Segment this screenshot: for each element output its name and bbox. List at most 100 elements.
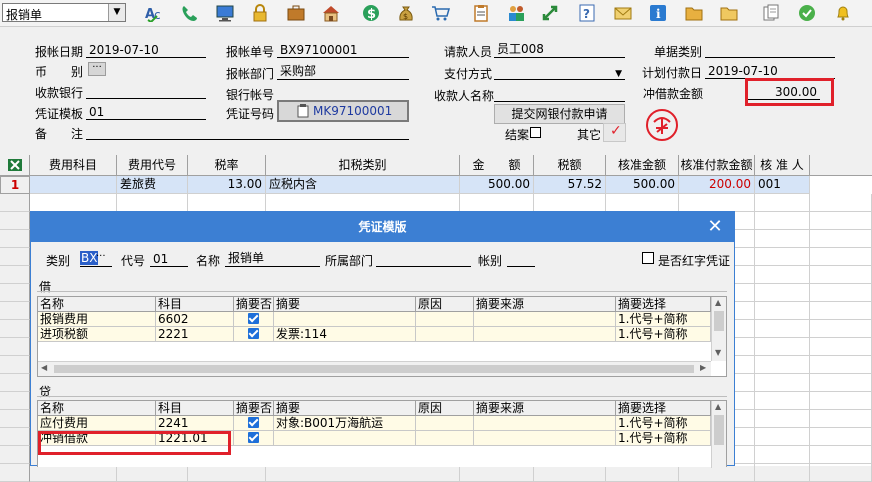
voucher-no-button[interactable]: MK97100001 — [277, 100, 409, 122]
empty-cell[interactable] — [810, 320, 872, 338]
scroll-thumb[interactable] — [714, 311, 724, 331]
col-header-approved-pay[interactable]: 核准付款金额 — [679, 155, 755, 176]
summary-checkbox[interactable] — [248, 328, 259, 339]
credit-col-name[interactable]: 名称 — [38, 401, 156, 416]
cell-code[interactable]: 差旅费 — [117, 176, 188, 194]
row-header-cell[interactable] — [0, 374, 30, 392]
scroll-thumb[interactable] — [54, 365, 694, 373]
empty-cell[interactable] — [755, 392, 810, 410]
template-field[interactable]: 01 — [86, 104, 206, 120]
row-header-cell[interactable] — [0, 410, 30, 428]
empty-cell[interactable] — [755, 428, 810, 446]
doc-type-field[interactable] — [705, 42, 835, 58]
col-header-approved[interactable]: 核准金额 — [606, 155, 679, 176]
dlg-type-field[interactable]: BX ··· — [80, 251, 112, 267]
chevron-right-icon[interactable]: ▶ — [700, 363, 706, 372]
close-icon[interactable]: ✕ — [704, 216, 726, 238]
ok-icon[interactable] — [796, 3, 818, 23]
empty-cell[interactable] — [755, 356, 810, 374]
credit-col-summary[interactable]: 摘要 — [274, 401, 416, 416]
empty-cell[interactable] — [755, 410, 810, 428]
empty-cell[interactable] — [810, 356, 872, 374]
cell-approved-pay[interactable]: 200.00 — [679, 176, 755, 194]
copy-icon[interactable] — [760, 3, 782, 23]
type-picker-button[interactable]: ··· — [96, 251, 106, 262]
col-header-code[interactable]: 费用代号 — [117, 155, 188, 176]
empty-cell[interactable] — [460, 194, 534, 212]
dlg-name-field[interactable]: 报销单 — [225, 251, 320, 267]
summary-checkbox[interactable] — [248, 417, 259, 428]
debit-col-summary-flag[interactable]: 摘要否 — [234, 297, 274, 312]
empty-cell[interactable] — [755, 212, 810, 230]
bank-field[interactable] — [86, 83, 206, 99]
row-header-cell[interactable] — [0, 266, 30, 284]
row-header-cell[interactable] — [0, 464, 30, 482]
empty-cell[interactable] — [755, 320, 810, 338]
credit-col-subject[interactable]: 科目 — [156, 401, 234, 416]
cell-approved[interactable]: 500.00 — [606, 176, 679, 194]
clipboard-icon[interactable] — [470, 3, 492, 23]
empty-cell[interactable] — [755, 338, 810, 356]
empty-cell[interactable] — [810, 374, 872, 392]
debit-col-source[interactable]: 摘要来源 — [474, 297, 616, 312]
empty-cell[interactable] — [755, 266, 810, 284]
note-field[interactable] — [86, 124, 409, 140]
dlg-code-field[interactable]: 01 — [150, 251, 188, 267]
chevron-left-icon[interactable]: ◀ — [41, 363, 47, 372]
report-no-field[interactable]: BX97100001 — [277, 42, 409, 58]
chevron-up-icon[interactable]: ▲ — [715, 298, 721, 307]
credit-col-choice[interactable]: 摘要选择 — [616, 401, 711, 416]
empty-cell[interactable] — [117, 194, 188, 212]
empty-cell[interactable] — [810, 230, 872, 248]
phone-icon[interactable] — [179, 3, 201, 23]
dollar-icon[interactable]: $ — [360, 3, 382, 23]
bank-account-field[interactable] — [277, 85, 409, 101]
cell-approver[interactable]: 001 — [755, 176, 810, 194]
debit-col-subject[interactable]: 科目 — [156, 297, 234, 312]
debit-vertical-scrollbar[interactable]: ▲ ▼ — [711, 297, 726, 361]
empty-cell[interactable] — [534, 194, 606, 212]
users-icon[interactable] — [505, 3, 527, 23]
dlg-account-field[interactable] — [507, 251, 535, 267]
empty-cell[interactable] — [606, 194, 679, 212]
empty-cell[interactable] — [810, 428, 872, 446]
col-header-approver[interactable]: 核 准 人 — [755, 155, 810, 176]
row-header-cell[interactable] — [0, 338, 30, 356]
cell-tax-type[interactable]: 应税内含 — [266, 176, 460, 194]
row-header-cell[interactable] — [0, 320, 30, 338]
home-icon[interactable] — [320, 3, 342, 23]
empty-cell[interactable] — [266, 194, 460, 212]
credit-col-reason[interactable]: 原因 — [416, 401, 474, 416]
cell-subject[interactable] — [30, 176, 117, 194]
cell-rate[interactable]: 13.00 — [188, 176, 266, 194]
empty-cell[interactable] — [755, 248, 810, 266]
pay-method-select[interactable]: ▼ — [494, 64, 625, 80]
folder-icon[interactable] — [683, 3, 705, 23]
row-header-cell[interactable] — [0, 392, 30, 410]
mail-icon[interactable] — [612, 3, 634, 23]
computer-icon[interactable] — [214, 3, 236, 23]
empty-cell[interactable] — [810, 194, 872, 212]
col-header-tax-type[interactable]: 扣税类别 — [266, 155, 460, 176]
other-checkbox[interactable]: ✓ — [603, 123, 626, 142]
col-header-tax[interactable]: 税额 — [534, 155, 606, 176]
bell-icon[interactable] — [832, 3, 854, 23]
payee-name-field[interactable] — [494, 86, 625, 102]
row-header-cell[interactable] — [0, 194, 30, 212]
empty-cell[interactable] — [755, 194, 810, 212]
empty-cell[interactable] — [679, 194, 755, 212]
empty-cell[interactable] — [755, 230, 810, 248]
debit-col-summary[interactable]: 摘要 — [274, 297, 416, 312]
chevron-down-icon[interactable]: ▼ — [715, 348, 721, 357]
row-header-cell[interactable] — [0, 446, 30, 464]
empty-cell[interactable] — [810, 464, 872, 482]
row-number[interactable]: 1 — [0, 176, 30, 194]
row-header-cell[interactable] — [0, 212, 30, 230]
empty-cell[interactable] — [755, 446, 810, 464]
empty-cell[interactable] — [30, 194, 117, 212]
col-header-amount[interactable]: 金 额 — [460, 155, 534, 176]
spell-check-icon[interactable]: Ac — [143, 3, 165, 23]
row-header-cell[interactable] — [0, 356, 30, 374]
credit-col-summary-flag[interactable]: 摘要否 — [234, 401, 274, 416]
folder-open-icon[interactable] — [718, 3, 740, 23]
